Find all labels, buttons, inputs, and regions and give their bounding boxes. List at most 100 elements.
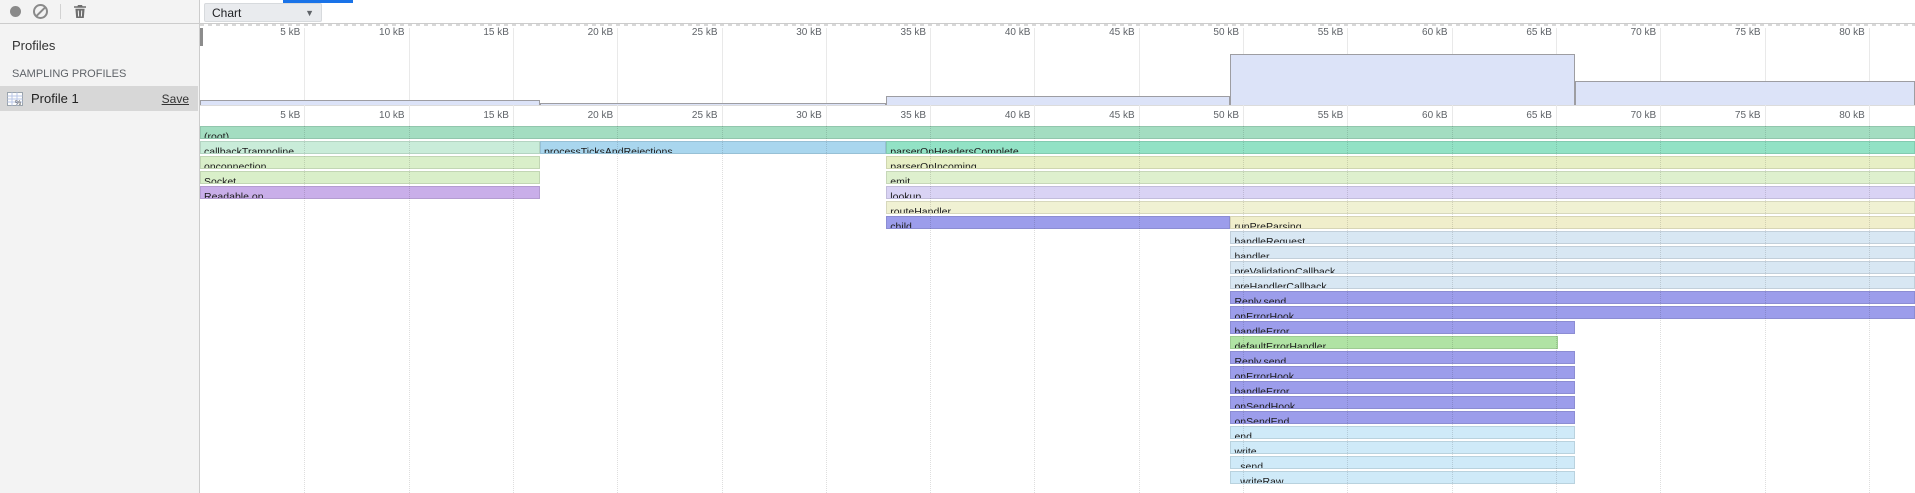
flame-bar-label: lookup (887, 191, 921, 199)
record-icon[interactable] (10, 6, 21, 17)
flame-bar-label: handler (1231, 251, 1269, 259)
ruler-tick-label: 40 kB (950, 27, 1030, 38)
grid-line (1139, 126, 1140, 493)
flame-bar-label: onErrorHook (1231, 371, 1294, 379)
flame-bar-label: routeHandler (887, 206, 951, 214)
ruler-tick-label: 15 kB (429, 110, 509, 121)
ruler-tick-label: 35 kB (846, 110, 926, 121)
flame-bar[interactable]: parserOnIncoming (886, 156, 1915, 169)
ruler-tick-label: 5 kB (220, 110, 300, 121)
ruler-tick-label: 10 kB (325, 110, 405, 121)
flame-bar[interactable]: handler (1230, 246, 1915, 259)
clear-all-icon[interactable] (33, 4, 48, 19)
profiles-title: Profiles (12, 38, 55, 53)
ruler-tick-label: 65 kB (1472, 27, 1552, 38)
tab-indicator (283, 0, 353, 3)
flame-bar-label: end (1231, 431, 1252, 439)
flame-bar[interactable]: handleRequest (1230, 231, 1915, 244)
ruler-tick-label: 5 kB (220, 27, 300, 38)
flame-bar-label: _writeRaw (1231, 476, 1283, 484)
flame-bar[interactable]: Readable.on (200, 186, 540, 199)
flame-bar[interactable]: Socket (200, 171, 540, 184)
ruler-tick-label: 10 kB (325, 27, 405, 38)
flame-bar-label: defaultErrorHandler (1231, 341, 1326, 349)
ruler-tick-label: 30 kB (742, 110, 822, 121)
flame-bar[interactable]: routeHandler (886, 201, 1915, 214)
ruler-tick-label: 70 kB (1576, 27, 1656, 38)
ruler-tick-label: 40 kB (950, 110, 1030, 121)
overview-step (886, 96, 1230, 105)
grid-line (1243, 126, 1244, 493)
flame-bar[interactable]: preHandlerCallback (1230, 276, 1915, 289)
flame-bar[interactable]: onErrorHook (1230, 306, 1915, 319)
ruler-tick-label: 25 kB (638, 110, 718, 121)
grid-line (1139, 28, 1140, 126)
chevron-down-icon: ▼ (305, 8, 314, 18)
grid-line (722, 28, 723, 126)
flame-bar[interactable]: emit (886, 171, 1915, 184)
flame-bar[interactable]: (root) (200, 126, 1915, 139)
ruler-tick-label: 55 kB (1263, 110, 1343, 121)
overview-step (200, 100, 540, 105)
ruler-tick-label: 65 kB (1472, 110, 1552, 121)
flame-bar[interactable]: callbackTrampoline (200, 141, 540, 154)
overview-step (1575, 81, 1915, 105)
grid-line (1765, 126, 1766, 493)
flame-bar[interactable]: handleError (1230, 381, 1574, 394)
flame-bar[interactable]: onSendEnd (1230, 411, 1574, 424)
sidebar-item-profile-1[interactable]: % Profile 1 Save (0, 86, 198, 111)
flame-bar[interactable]: parserOnHeadersComplete (886, 141, 1915, 154)
toolbar (0, 0, 200, 24)
grid-line (304, 28, 305, 126)
trash-icon[interactable] (73, 4, 87, 19)
flame-bar[interactable]: runPreParsing (1230, 216, 1915, 229)
flame-bar-label: onconnection (201, 161, 266, 169)
flame-bar[interactable]: Reply.send (1230, 291, 1915, 304)
grid-line (930, 126, 931, 493)
flame-bar-label: preHandlerCallback (1231, 281, 1326, 289)
grid-line (617, 126, 618, 493)
grid-line (1556, 126, 1557, 493)
grid-line (1034, 126, 1035, 493)
grid-line (513, 126, 514, 493)
ruler-tick-label: 30 kB (742, 27, 822, 38)
flame-bar[interactable]: _writeRaw (1230, 471, 1574, 484)
flame-bar[interactable]: child (886, 216, 1230, 229)
flame-bar-label: Socket (201, 176, 236, 184)
svg-text:%: % (15, 100, 21, 107)
flame-bar[interactable]: write_ (1230, 441, 1574, 454)
ruler-tick-label: 45 kB (1055, 27, 1135, 38)
scroll-handle[interactable] (200, 28, 203, 46)
sidebar: Profiles SAMPLING PROFILES % Profile 1 S… (0, 24, 200, 493)
flame-bar-label: parserOnHeadersComplete (887, 146, 1018, 154)
flame-bar-label: callbackTrampoline (201, 146, 294, 154)
flame-bar-label: processTicksAndRejections (541, 146, 673, 154)
flame-bar-label: handleError (1231, 326, 1289, 334)
flame-bar[interactable]: onSendHook (1230, 396, 1574, 409)
flame-bar[interactable]: onconnection (200, 156, 540, 169)
flame-bar[interactable]: handleError (1230, 321, 1574, 334)
profile-name: Profile 1 (31, 91, 79, 106)
flame-bar[interactable]: Reply.send (1230, 351, 1574, 364)
flame-bar[interactable]: processTicksAndRejections (540, 141, 886, 154)
view-mode-select[interactable]: Chart ▼ (204, 3, 322, 22)
grid-line (617, 28, 618, 126)
save-link[interactable]: Save (162, 92, 189, 106)
chart-ruler: 5 kB10 kB15 kB20 kB25 kB30 kB35 kB40 kB4… (200, 105, 1915, 126)
flame-bar[interactable]: lookup (886, 186, 1915, 199)
flame-bar-label: _send (1231, 461, 1263, 469)
flame-bar-label: (root) (201, 131, 229, 139)
flame-bar-label: onSendEnd (1231, 416, 1289, 424)
ruler-tick-label: 70 kB (1576, 110, 1656, 121)
flame-bar[interactable]: defaultErrorHandler (1230, 336, 1558, 349)
flame-chart-panel: 5 kB10 kB15 kB20 kB25 kB30 kB35 kB40 kB4… (200, 24, 1915, 493)
flame-bar[interactable]: onErrorHook (1230, 366, 1574, 379)
flame-bar[interactable]: _send (1230, 456, 1574, 469)
ruler-tick-label: 15 kB (429, 27, 509, 38)
flame-bar[interactable]: end (1230, 426, 1574, 439)
flame-bar-label: parserOnIncoming (887, 161, 976, 169)
overview-band[interactable] (200, 40, 1915, 105)
flame-graph[interactable]: (root) callbackTrampoline processTicksAndR… (200, 126, 1915, 493)
flame-bar[interactable]: preValidationCallback (1230, 261, 1915, 274)
grid-line (1347, 126, 1348, 493)
